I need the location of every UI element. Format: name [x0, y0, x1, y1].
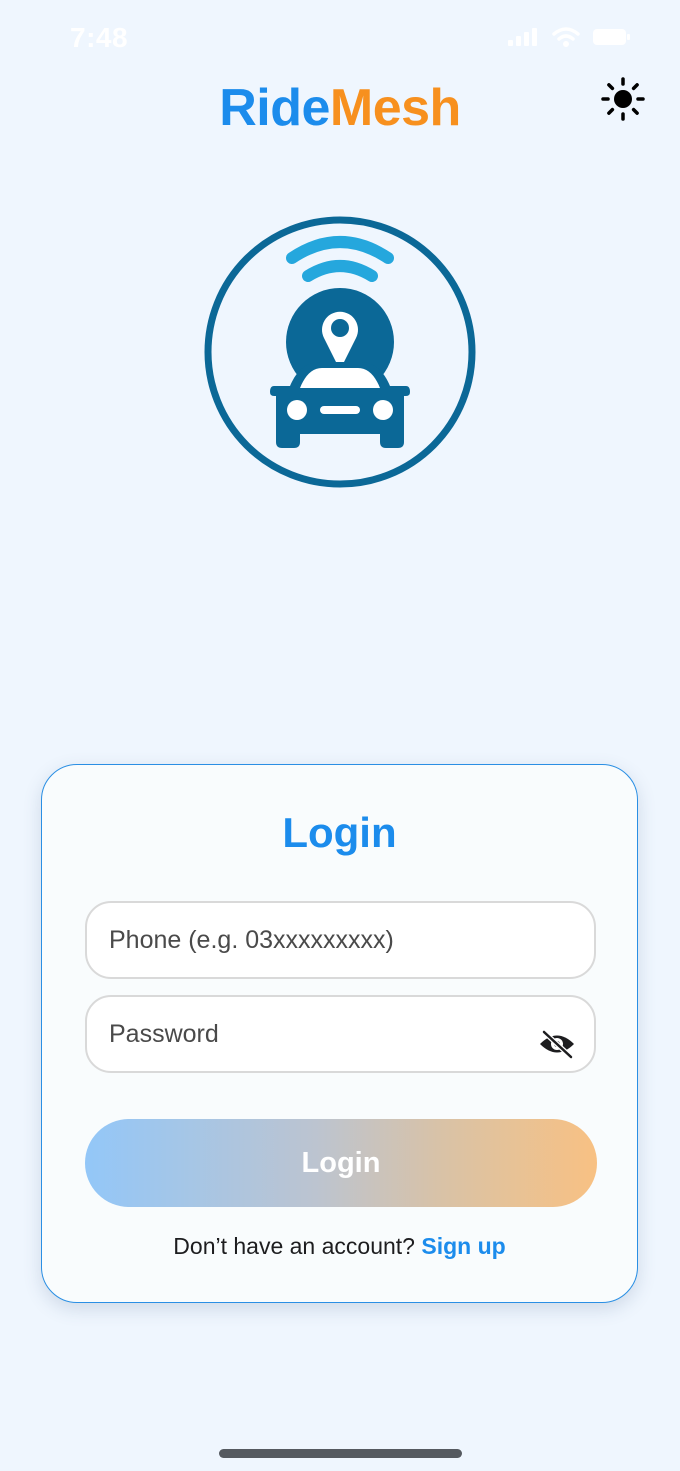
status-time: 7:48 — [70, 22, 129, 53]
app-brand: RideMesh — [0, 76, 680, 140]
home-indicator[interactable] — [219, 1449, 462, 1458]
status-bar: 7:48 — [0, 0, 680, 80]
brand-part-ride: Ride — [219, 79, 330, 137]
phone-field[interactable] — [85, 901, 596, 979]
password-field[interactable] — [85, 995, 596, 1073]
car-location-wifi-icon — [204, 216, 476, 488]
signup-prompt: Don’t have an account? — [173, 1233, 422, 1259]
signal-icon — [508, 28, 537, 46]
login-button[interactable]: Login — [85, 1119, 597, 1207]
status-icons — [508, 26, 632, 48]
signup-link[interactable]: Sign up — [421, 1233, 505, 1259]
battery-icon — [593, 29, 630, 45]
signup-row: Don’t have an account? Sign up — [42, 1233, 637, 1260]
wifi-icon — [552, 27, 580, 47]
header: RideMesh — [0, 76, 680, 140]
sun-icon — [601, 77, 645, 121]
brand-part-mesh: Mesh — [329, 79, 461, 137]
eye-off-icon — [540, 1029, 574, 1060]
theme-toggle-button[interactable] — [600, 76, 646, 122]
phone-input[interactable] — [109, 925, 529, 955]
password-input[interactable] — [109, 1019, 529, 1049]
login-card: Login Login Don’t have an account? Sign … — [41, 764, 638, 1303]
login-title: Login — [282, 809, 397, 856]
password-visibility-toggle[interactable] — [538, 1029, 576, 1060]
